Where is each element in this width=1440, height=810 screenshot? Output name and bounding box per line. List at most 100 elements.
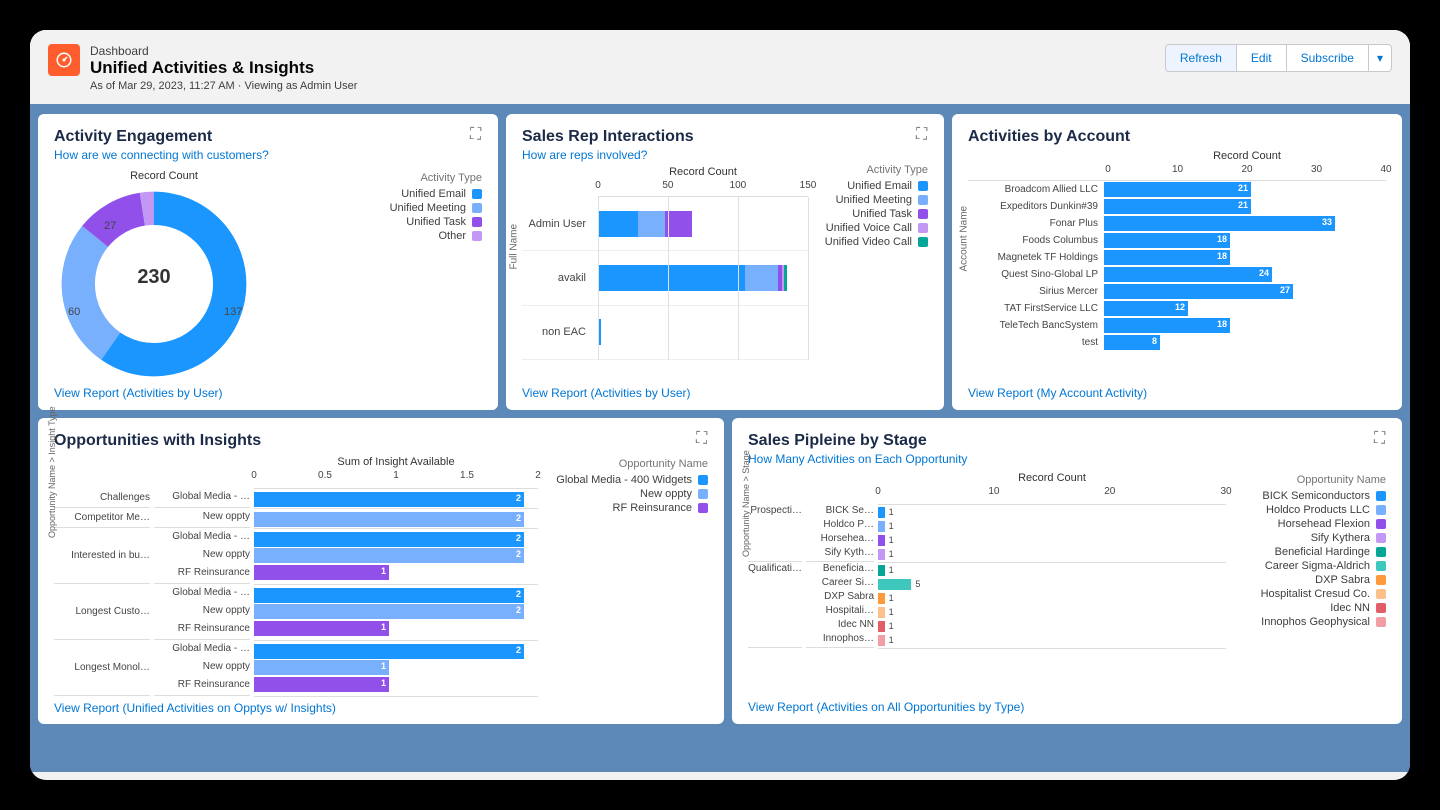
bar: 2 — [254, 492, 524, 507]
subscribe-button[interactable]: Subscribe — [1287, 44, 1369, 72]
bar-value: 1 — [889, 593, 894, 603]
bar-row: Admin User — [522, 197, 808, 251]
bar-row: Expeditors Dunkin#3921 — [968, 198, 1386, 215]
opportunity-label: RF Reinsurance — [154, 676, 250, 694]
panel-title: Opportunities with Insights — [54, 432, 708, 450]
expand-icon[interactable]: ⛶ — [696, 430, 710, 444]
legend-item: Unified Task — [808, 208, 928, 220]
bar-row: Quest Sino-Global LP24 — [968, 266, 1386, 283]
bar-row: 1 — [878, 633, 1226, 647]
edit-button[interactable]: Edit — [1237, 44, 1287, 72]
chart-header: Record Count — [54, 170, 274, 182]
bar: 18 — [1104, 233, 1230, 248]
panel-title: Sales Pipleine by Stage — [748, 432, 1386, 450]
axis-tick: 1.5 — [460, 470, 474, 481]
bar — [878, 635, 885, 646]
view-report-link[interactable]: View Report (Unified Activities on Oppty… — [54, 701, 708, 715]
view-report-link[interactable]: View Report (My Account Activity) — [968, 386, 1386, 400]
header-actions: Refresh Edit Subscribe ▾ — [1165, 44, 1392, 72]
bar-label: test — [968, 337, 1104, 348]
bar-row: 1 — [878, 563, 1226, 577]
bar — [878, 607, 885, 618]
bar-value: 1 — [889, 549, 894, 559]
opportunity-label: BICK Se… — [806, 504, 874, 518]
bar-value: 1 — [889, 621, 894, 631]
bar: 2 — [254, 512, 524, 527]
expand-icon[interactable]: ⛶ — [1374, 430, 1388, 444]
legend-item: BICK Semiconductors — [1226, 490, 1386, 502]
bar — [878, 565, 885, 576]
opportunity-label: Hospitali… — [806, 604, 874, 618]
dashboard-header: Dashboard Unified Activities & Insights … — [30, 30, 1410, 106]
dashboard-frame: Dashboard Unified Activities & Insights … — [30, 30, 1410, 780]
bar: 18 — [1104, 250, 1230, 265]
legend-swatch — [1376, 561, 1386, 571]
bar: 2 — [254, 548, 524, 563]
bar-label: non EAC — [522, 326, 592, 338]
bar-row: Fonar Plus33 — [968, 215, 1386, 232]
bar — [878, 507, 885, 518]
legend-swatch — [1376, 519, 1386, 529]
view-report-link[interactable]: View Report (Activities by User) — [522, 386, 928, 400]
insight-type-label: Longest Custo… — [54, 584, 150, 640]
opportunity-label: Beneficia… — [806, 562, 874, 576]
dashboard-row-2: Opportunities with Insights ⛶ Opportunit… — [38, 418, 1402, 724]
legend-title: Activity Type — [808, 164, 928, 176]
axis-tick: 20 — [1104, 486, 1115, 497]
header-left: Dashboard Unified Activities & Insights … — [48, 44, 357, 92]
legend-item: Unified Meeting — [808, 194, 928, 206]
bar: 1 — [254, 660, 389, 675]
panel-activity-engagement: Activity Engagement How are we connectin… — [38, 114, 498, 410]
stage-label: Prospecti… — [748, 504, 802, 562]
y-axis-title: Full Name — [509, 224, 520, 270]
legend: Activity Type Unified Email Unified Meet… — [274, 170, 482, 382]
bar: 8 — [1104, 335, 1160, 350]
bar: 27 — [1104, 284, 1293, 299]
bar-row: 1 — [878, 591, 1226, 605]
axis-tick: 0 — [251, 470, 257, 481]
opportunity-label: Idec NN — [806, 618, 874, 632]
legend-item: Unified Email — [808, 180, 928, 192]
bar-label: Quest Sino-Global LP — [968, 269, 1104, 280]
view-report-link[interactable]: View Report (Activities on All Opportuni… — [748, 700, 1386, 714]
bar — [878, 621, 885, 632]
bar: 18 — [1104, 318, 1230, 333]
panel-title: Activities by Account — [968, 128, 1386, 146]
stacked-bar-chart: Full Name Record Count 0 50 100 150 — [522, 162, 808, 382]
legend-item: RF Reinsurance — [538, 502, 708, 514]
grouped-bar-chart: Opportunity Name > Stage Prospecti…Quali… — [748, 472, 1226, 696]
axis-tick: 30 — [1220, 486, 1231, 497]
opportunity-label: Global Media - … — [154, 640, 250, 658]
y-axis-title: Opportunity Name > Insight Type — [47, 406, 57, 538]
legend: Opportunity Name BICK SemiconductorsHold… — [1226, 472, 1386, 696]
legend-title: Activity Type — [274, 172, 482, 184]
bar: 21 — [1104, 199, 1251, 214]
expand-icon[interactable]: ⛶ — [470, 126, 484, 140]
grouped-bar-chart: Opportunity Name > Insight Type Challeng… — [54, 456, 538, 697]
legend-title: Opportunity Name — [1226, 474, 1386, 486]
legend-swatch — [1376, 617, 1386, 627]
donut-chart: Record Count 230 137 60 27 — [54, 170, 274, 380]
legend-item: DXP Sabra — [1226, 574, 1386, 586]
legend-swatch — [472, 217, 482, 227]
header-text: Dashboard Unified Activities & Insights … — [90, 44, 357, 92]
opportunity-label: RF Reinsurance — [154, 564, 250, 582]
legend: Activity Type Unified Email Unified Meet… — [808, 162, 928, 382]
axis-tick: 50 — [662, 180, 673, 191]
more-actions-dropdown[interactable]: ▾ — [1369, 44, 1392, 72]
stage-label: Qualificati… — [748, 562, 802, 648]
legend-swatch — [472, 189, 482, 199]
legend: Opportunity Name Global Media - 400 Widg… — [538, 456, 708, 697]
bar — [878, 535, 885, 546]
bar-row: TeleTech BancSystem18 — [968, 317, 1386, 334]
bar: 12 — [1104, 301, 1188, 316]
bar-row: Magnetek TF Holdings18 — [968, 249, 1386, 266]
opportunity-label: New oppty — [154, 602, 250, 620]
insight-type-label: Interested in bu… — [54, 528, 150, 584]
bar — [878, 521, 885, 532]
expand-icon[interactable]: ⛶ — [916, 126, 930, 140]
insight-type-label: Longest Monol… — [54, 640, 150, 696]
bar — [878, 549, 885, 560]
refresh-button[interactable]: Refresh — [1165, 44, 1237, 72]
legend-item: Sify Kythera — [1226, 532, 1386, 544]
